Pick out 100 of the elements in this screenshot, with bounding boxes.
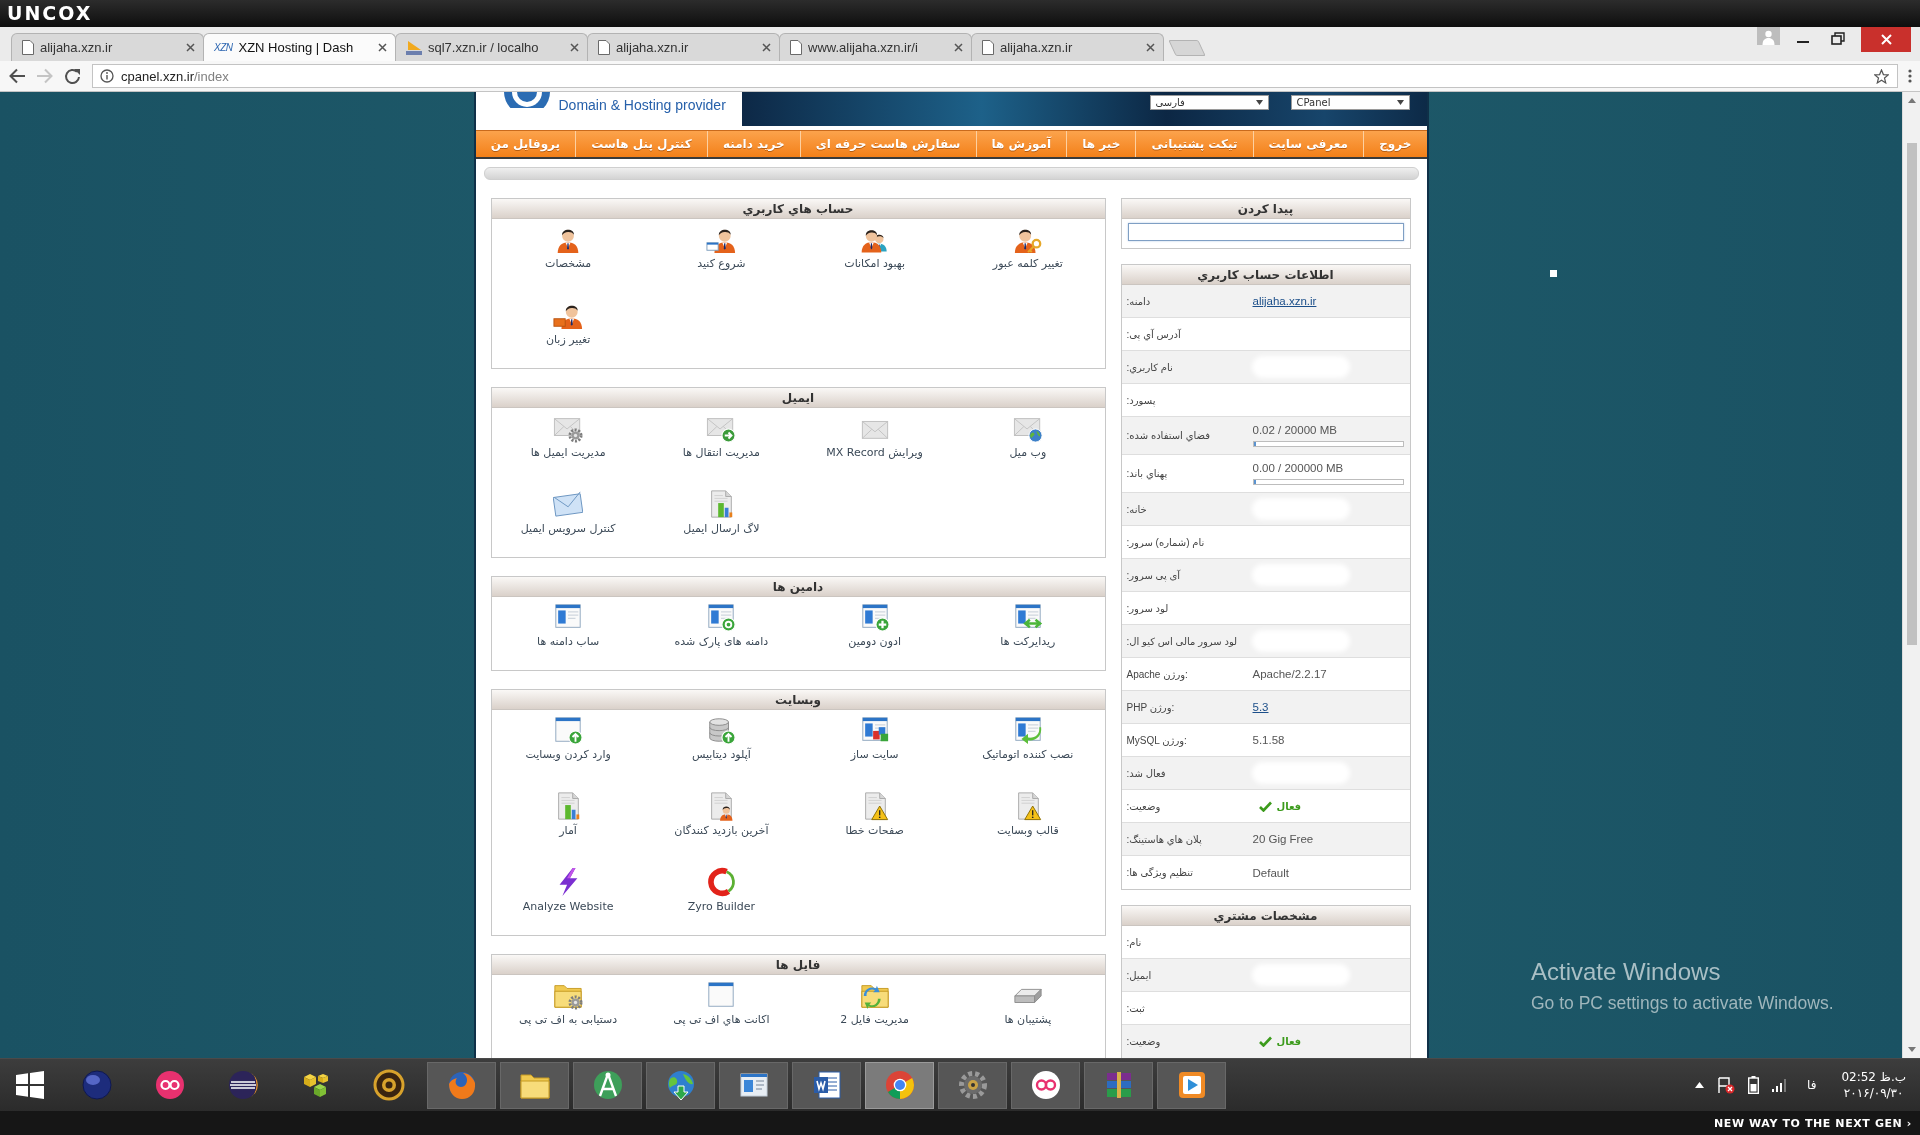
label-cell-text: PHP ورژن:	[1125, 701, 1176, 713]
info-link[interactable]: alijaha.xzn.ir	[1252, 295, 1317, 307]
label-cell-text: دامنه:	[1125, 295, 1152, 307]
feature-link[interactable]: بهبود امکانات	[844, 224, 905, 272]
feature-link[interactable]: ساب دامنه ها	[537, 602, 600, 650]
envelope-icon	[553, 489, 584, 519]
feature-link[interactable]: Analyze Website	[522, 867, 614, 915]
feature-link[interactable]: آپلود دیتابیس	[691, 715, 751, 763]
window-plus-icon	[859, 602, 890, 632]
browser-tab[interactable]: www.alijaha.xzn.ir/i	[779, 33, 972, 61]
feature-link[interactable]: قالب وبسایت	[997, 791, 1059, 839]
feature-link[interactable]: دستیابی به اف تی پی	[519, 980, 618, 1028]
language-select[interactable]: فارسی	[1149, 95, 1269, 110]
feature-link[interactable]: اکانت هاي اف تی پی	[673, 980, 770, 1028]
feature-link[interactable]: آمار	[553, 791, 584, 839]
clock-time[interactable]: 02:52 ب.ظ	[1841, 1070, 1906, 1084]
info-icon	[100, 69, 114, 83]
window-upload-icon	[553, 715, 584, 745]
feature-link[interactable]: صفحات خطا	[845, 791, 904, 839]
feature-link[interactable]: وب میل	[1009, 413, 1047, 461]
slogan-text: NEW WAY TO THE NEXT GEN ›	[1714, 1116, 1912, 1130]
label-cell-text: نام (شماره) سرور:	[1125, 536, 1206, 548]
label-cell-text: پلان هاي هاستینگ:	[1125, 833, 1203, 845]
close-icon[interactable]	[954, 43, 963, 52]
feature-link[interactable]: نصب کننده اتوماتیک	[982, 715, 1074, 763]
feature-link[interactable]: شروع کنید	[697, 224, 746, 272]
taskbar-button[interactable]	[646, 1061, 715, 1109]
page-icon	[982, 40, 994, 55]
close-icon[interactable]	[570, 43, 579, 52]
scroll-down-icon[interactable]	[1907, 1047, 1916, 1052]
label-cell-text: MySQL ورژن:	[1125, 734, 1188, 746]
language-indicator[interactable]: فا	[1806, 1078, 1817, 1092]
restore-icon[interactable]	[1831, 31, 1845, 45]
compass-icon	[591, 1069, 624, 1101]
taskbar-button[interactable]	[1084, 1061, 1153, 1109]
info-value: 5.1.58	[1252, 734, 1285, 746]
close-icon[interactable]	[762, 43, 771, 52]
feature-link[interactable]: مشخصات	[545, 224, 592, 272]
feature-link[interactable]: سایت ساز	[850, 715, 899, 763]
feature-link[interactable]: Zyro Builder	[687, 867, 756, 915]
browser-tab[interactable]: alijaha.xzn.ir	[11, 33, 204, 61]
feature-link[interactable]: آخرین بازدید کنندگان	[674, 791, 769, 839]
close-icon[interactable]	[1146, 43, 1155, 52]
star-icon[interactable]	[1874, 68, 1889, 84]
browser-tab[interactable]: XZN XZN Hosting | Dash	[203, 33, 396, 61]
taskbar-button[interactable]	[1157, 1061, 1226, 1109]
scrollbar[interactable]	[1902, 92, 1920, 1058]
feature-link[interactable]: تغییر زبان	[545, 300, 591, 348]
window-badge-icon	[706, 602, 737, 632]
taskbar-button[interactable]	[792, 1061, 861, 1109]
caret-icon	[1396, 100, 1404, 105]
feature-link[interactable]: دامنه های پارک شده	[674, 602, 769, 650]
close-window-button[interactable]	[1861, 27, 1911, 52]
battery-icon[interactable]	[1747, 1076, 1759, 1094]
feature-link[interactable]: کنترل سرویس ایمیل	[520, 489, 616, 537]
feature-link[interactable]: ادون دومین	[848, 602, 901, 650]
back-icon[interactable]	[8, 68, 26, 84]
scroll-thumb[interactable]	[1906, 143, 1917, 645]
chevron-up-icon[interactable]	[1694, 1082, 1704, 1088]
info-link[interactable]: 5.3	[1252, 701, 1269, 713]
feature-link[interactable]: ریدایرکت ها	[1000, 602, 1056, 650]
close-icon[interactable]	[186, 43, 195, 52]
check-icon	[1258, 1036, 1272, 1047]
info-value: Default	[1252, 866, 1289, 879]
signal-icon[interactable]	[1771, 1078, 1786, 1092]
search-field[interactable]	[1127, 223, 1404, 241]
feature-link[interactable]: لاگ ارسال ایمیل	[683, 489, 760, 537]
flag-error-icon[interactable]	[1716, 1076, 1735, 1094]
clock-date[interactable]: ۲۰۱۶/۰۹/۳۰	[1843, 1086, 1904, 1100]
section-title: حساب هاي کاربري	[491, 199, 1105, 219]
start-icon	[15, 1070, 45, 1100]
info-value: Apache/2.2.17	[1252, 668, 1327, 680]
feature-link[interactable]: پشتیبان ها	[1004, 980, 1052, 1028]
taskbar-button[interactable]	[573, 1061, 642, 1109]
sphere-icon	[80, 1069, 113, 1101]
feature-link[interactable]: وارد کردن وبسایت	[525, 715, 611, 763]
taskbar-button[interactable]	[719, 1061, 788, 1109]
browser-tab[interactable]: alijaha.xzn.ir	[587, 33, 780, 61]
browser-tab[interactable]: alijaha.xzn.ir	[971, 33, 1164, 61]
page-icon	[22, 40, 34, 55]
feature-link[interactable]: ویرایش MX Record	[826, 413, 923, 461]
label-cell-text: نام:	[1125, 936, 1143, 948]
taskbar-button[interactable]	[1011, 1061, 1080, 1109]
label-cell-text: ایمیل:	[1125, 969, 1153, 981]
browser-tab[interactable]: sql7.xzn.ir / localho	[395, 33, 588, 61]
status-text: فعال	[1276, 1036, 1302, 1047]
scroll-up-icon[interactable]	[1907, 98, 1916, 103]
reload-icon[interactable]	[64, 67, 82, 85]
close-icon[interactable]	[378, 43, 387, 52]
sail-icon	[406, 40, 422, 55]
feature-link[interactable]: تغییر کلمه عبور	[992, 224, 1063, 272]
feature-link[interactable]: مدیریت ایمیل ها	[530, 413, 606, 461]
panel-select[interactable]: CPanel	[1290, 95, 1410, 110]
taskbar-button[interactable]	[500, 1061, 569, 1109]
favicon-text: XZN	[214, 42, 233, 53]
feature-link[interactable]: مدیریت انتقال ها	[682, 413, 760, 461]
feature-link[interactable]: مدیریت فایل 2	[840, 980, 909, 1028]
address-field[interactable]: cpanel.xzn.ir/index	[92, 64, 1898, 88]
menu-icon[interactable]	[1908, 69, 1912, 83]
taskbar-button[interactable]	[865, 1061, 934, 1109]
